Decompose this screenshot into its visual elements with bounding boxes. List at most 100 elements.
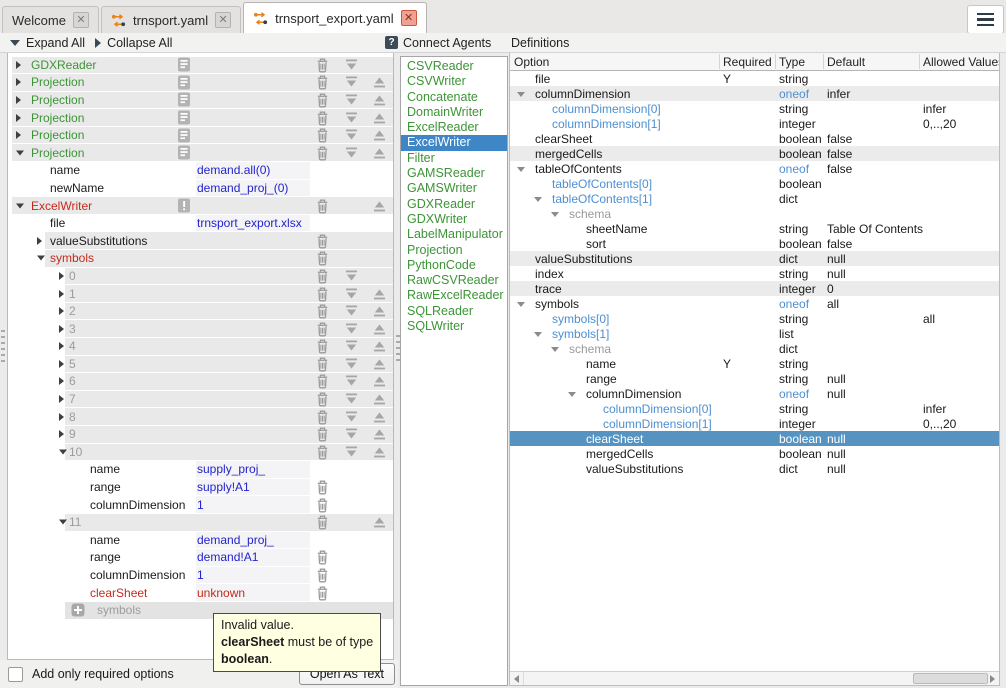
definition-row[interactable]: traceinteger0: [510, 281, 999, 296]
expand-all-button[interactable]: Expand All: [10, 36, 85, 50]
expander-icon[interactable]: [517, 302, 525, 307]
trash-icon[interactable]: [314, 444, 330, 460]
move-up-icon[interactable]: [371, 391, 387, 407]
agent-item-labelmanipulator[interactable]: LabelManipulator: [401, 227, 507, 242]
menu-button[interactable]: [967, 5, 1004, 34]
column-header-option[interactable]: Option: [514, 55, 549, 69]
trash-icon[interactable]: [314, 585, 330, 601]
tree-row[interactable]: 3: [8, 320, 393, 338]
expander-icon[interactable]: [59, 520, 67, 525]
trash-icon[interactable]: [314, 479, 330, 495]
agent-item-csvwriter[interactable]: CSVWriter: [401, 74, 507, 89]
trash-icon[interactable]: [314, 514, 330, 530]
definition-row[interactable]: columnDimension[1]integer0,..,20: [510, 116, 999, 131]
move-down-icon[interactable]: [343, 338, 359, 354]
definition-row[interactable]: tableOfContents[1]dict: [510, 191, 999, 206]
add-required-options-checkbox[interactable]: [8, 667, 23, 682]
column-separator[interactable]: [823, 54, 824, 69]
expander-icon[interactable]: [16, 203, 24, 208]
trash-icon[interactable]: [314, 338, 330, 354]
tree-row-value[interactable]: 1: [197, 568, 204, 582]
tree-row[interactable]: symbols: [8, 250, 393, 268]
trash-icon[interactable]: [314, 198, 330, 214]
expander-icon[interactable]: [551, 212, 559, 217]
move-down-icon[interactable]: [343, 127, 359, 143]
document-icon[interactable]: [176, 92, 192, 108]
move-up-icon[interactable]: [371, 321, 387, 337]
move-down-icon[interactable]: [343, 286, 359, 302]
move-up-icon[interactable]: [371, 373, 387, 389]
tree-row-value[interactable]: demand_proj_(0): [197, 181, 288, 195]
expander-icon[interactable]: [16, 150, 24, 155]
expander-icon[interactable]: [16, 96, 21, 104]
expander-icon[interactable]: [534, 332, 542, 337]
trash-icon[interactable]: [314, 145, 330, 161]
trash-icon[interactable]: [314, 250, 330, 266]
move-up-icon[interactable]: [371, 145, 387, 161]
definition-row[interactable]: symbolsoneofall: [510, 296, 999, 311]
expander-icon[interactable]: [568, 392, 576, 397]
tree-row[interactable]: newNamedemand_proj_(0): [8, 179, 393, 197]
move-down-icon[interactable]: [343, 92, 359, 108]
move-up-icon[interactable]: [371, 127, 387, 143]
trash-icon[interactable]: [314, 409, 330, 425]
definition-row[interactable]: sheetNamestringTable Of Contents: [510, 221, 999, 236]
trash-icon[interactable]: [314, 74, 330, 90]
trash-icon[interactable]: [314, 567, 330, 583]
expander-icon[interactable]: [59, 342, 64, 350]
agent-item-rawcsvreader[interactable]: RawCSVReader: [401, 273, 507, 288]
plus-icon[interactable]: [70, 602, 86, 618]
move-up-icon[interactable]: [371, 409, 387, 425]
tree-row[interactable]: 1: [8, 285, 393, 303]
trash-icon[interactable]: [314, 92, 330, 108]
move-down-icon[interactable]: [343, 391, 359, 407]
definition-row[interactable]: clearSheetbooleanfalse: [510, 131, 999, 146]
expander-icon[interactable]: [59, 272, 64, 280]
trash-icon[interactable]: [314, 497, 330, 513]
move-down-icon[interactable]: [343, 426, 359, 442]
tree-row[interactable]: columnDimension1: [8, 566, 393, 584]
move-up-icon[interactable]: [371, 514, 387, 530]
definition-row[interactable]: schemadict: [510, 341, 999, 356]
scroll-left-button[interactable]: [510, 672, 524, 685]
definition-row[interactable]: valueSubstitutionsdictnull: [510, 461, 999, 476]
move-down-icon[interactable]: [343, 74, 359, 90]
agent-item-filter[interactable]: Filter: [401, 151, 507, 166]
definition-row[interactable]: columnDimension[0]stringinfer: [510, 101, 999, 116]
tree-row[interactable]: filetrnsport_export.xlsx: [8, 214, 393, 232]
tree-row-value[interactable]: 1: [197, 498, 204, 512]
tree-row[interactable]: valueSubstitutions: [8, 232, 393, 250]
expander-icon[interactable]: [16, 131, 21, 139]
move-down-icon[interactable]: [343, 110, 359, 126]
column-header-type[interactable]: Type: [779, 55, 805, 69]
move-down-icon[interactable]: [343, 444, 359, 460]
definition-row[interactable]: columnDimensiononeofnull: [510, 386, 999, 401]
tree-row-value[interactable]: trnsport_export.xlsx: [197, 216, 302, 230]
horizontal-scrollbar[interactable]: [510, 671, 999, 685]
tree-row[interactable]: 2: [8, 302, 393, 320]
trash-icon[interactable]: [314, 286, 330, 302]
move-up-icon[interactable]: [371, 92, 387, 108]
document-icon[interactable]: [176, 145, 192, 161]
definition-row[interactable]: columnDimensiononeofinfer: [510, 86, 999, 101]
column-header-allowed-values[interactable]: Allowed Values: [923, 55, 1000, 69]
tree-row-value[interactable]: supply_proj_: [197, 462, 265, 476]
move-down-icon[interactable]: [343, 268, 359, 284]
trash-icon[interactable]: [314, 127, 330, 143]
scrollbar-thumb[interactable]: [913, 673, 988, 684]
tree-row[interactable]: GDXReader: [8, 56, 393, 74]
close-icon[interactable]: ✕: [215, 12, 231, 28]
tree-row[interactable]: clearSheetunknown: [8, 584, 393, 602]
move-up-icon[interactable]: [371, 444, 387, 460]
expander-icon[interactable]: [59, 307, 64, 315]
definition-row[interactable]: mergedCellsbooleanfalse: [510, 146, 999, 161]
agent-item-projection[interactable]: Projection: [401, 243, 507, 258]
close-icon[interactable]: ✕: [401, 10, 417, 26]
move-down-icon[interactable]: [343, 373, 359, 389]
agent-item-excelreader[interactable]: ExcelReader: [401, 120, 507, 135]
agent-item-gdxwriter[interactable]: GDXWriter: [401, 212, 507, 227]
move-up-icon[interactable]: [371, 303, 387, 319]
move-down-icon[interactable]: [343, 409, 359, 425]
definition-row[interactable]: fileYstring: [510, 71, 999, 86]
close-icon[interactable]: ✕: [73, 12, 89, 28]
